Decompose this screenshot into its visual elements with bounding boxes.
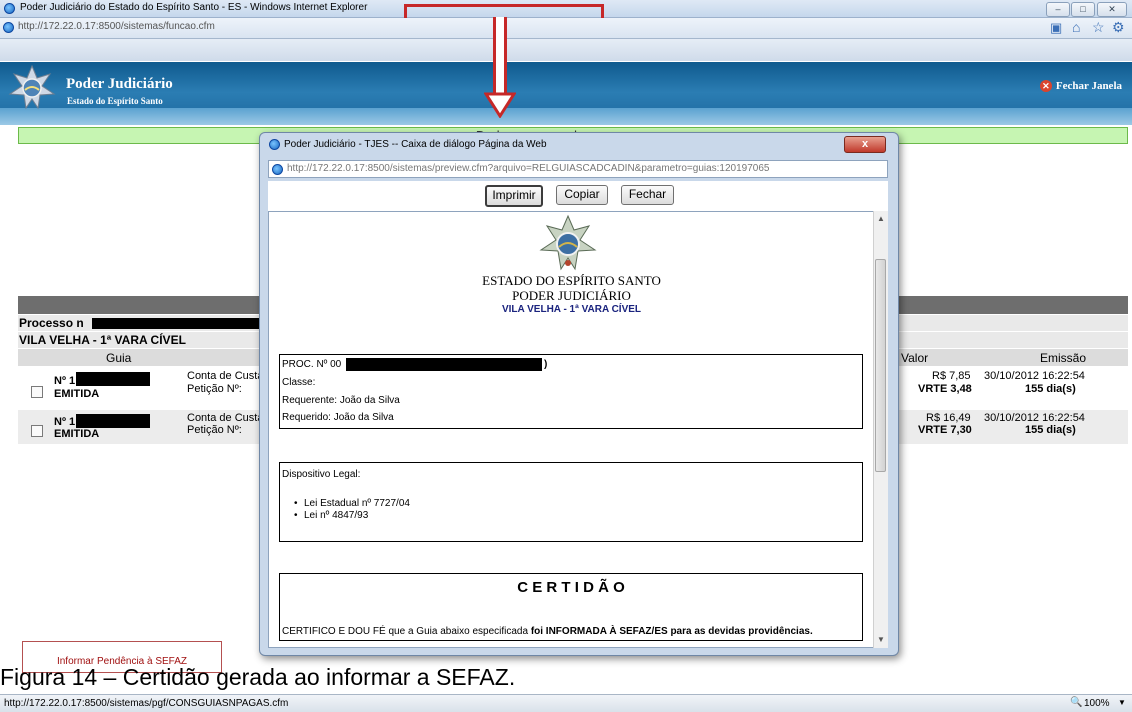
guia-status: EMITIDA <box>54 428 100 440</box>
guia-tipo: Conta de Custa <box>187 370 264 382</box>
process-box: PROC. Nº 00 ) Classe: Requerente: João d… <box>279 354 863 429</box>
brand-title: Poder Judiciário <box>66 76 173 92</box>
scroll-down-icon[interactable]: ▼ <box>877 635 885 644</box>
annotation-arrow-bar <box>404 4 604 18</box>
settings-gear-icon[interactable]: ⚙ <box>1112 19 1125 36</box>
close-window-link[interactable]: ✕ Fechar Janela <box>1039 80 1122 92</box>
guia-emissao: 30/10/2012 16:22:54 <box>984 370 1085 382</box>
dispositivo-box: Dispositivo Legal: • Lei Estadual nº 772… <box>279 462 863 542</box>
ie-logo-icon <box>4 3 15 14</box>
zoom-dropdown-icon[interactable]: ▼ <box>1118 698 1126 707</box>
scrollbar-thumb[interactable] <box>875 259 886 472</box>
guia-peticao: Petição Nº: <box>187 424 242 436</box>
document-coat-of-arms <box>539 214 597 271</box>
maximize-button[interactable]: □ <box>1071 2 1095 17</box>
certidao-text-start: CERTIFICO E DOU FÉ que a Guia abaixo esp… <box>282 626 531 637</box>
guia-dias: 155 dia(s) <box>1025 424 1076 436</box>
coat-of-arms-logo <box>8 64 56 110</box>
certidao-title: C E R T I D Ã O <box>517 579 625 596</box>
browser-toolbar <box>0 39 1132 61</box>
address-bar[interactable]: http://172.22.0.17:8500/sistemas/funcao.… <box>0 18 1132 39</box>
guia-emissao: 30/10/2012 16:22:54 <box>984 412 1085 424</box>
page-icon <box>3 22 14 33</box>
brand-subtitle: Estado do Espírito Santo <box>67 96 163 106</box>
browser-statusbar: http://172.22.0.17:8500/sistemas/pgf/CON… <box>0 694 1132 712</box>
guia-number: Nº 1 <box>54 416 76 428</box>
dialog-content: ESTADO DO ESPÍRITO SANTO PODER JUDICIÁRI… <box>268 211 887 648</box>
dialog-address-bar: http://172.22.0.17:8500/sistemas/preview… <box>268 160 888 178</box>
annotation-arrow-head <box>484 92 516 118</box>
dispositivo-label: Dispositivo Legal: <box>282 469 361 480</box>
classe: Classe: <box>282 377 316 388</box>
redaction <box>346 358 542 371</box>
dialog-url-icon <box>272 164 283 175</box>
browser-window-title: Poder Judiciário do Estado do Espírito S… <box>20 2 368 13</box>
guia-number: Nº 1 <box>54 375 76 387</box>
dialog-url: http://172.22.0.17:8500/sistemas/preview… <box>287 163 770 174</box>
row-checkbox[interactable] <box>31 386 43 398</box>
zoom-level[interactable]: 100% <box>1084 698 1110 709</box>
dialog-page-icon <box>269 139 280 150</box>
minimize-button[interactable]: – <box>1046 2 1070 17</box>
guia-vrte: VRTE 7,30 <box>918 424 972 436</box>
guia-tipo: Conta de Custa <box>187 412 264 424</box>
redaction <box>76 372 150 386</box>
doc-poder: PODER JUDICIÁRIO <box>512 288 631 303</box>
dialog-titlebar: Poder Judiciário - TJES -- Caixa de diál… <box>268 136 888 154</box>
requerente: Requerente: João da Silva <box>282 395 400 406</box>
imprimir-button[interactable]: Imprimir <box>485 185 543 207</box>
proc-label: PROC. Nº 00 <box>282 359 342 370</box>
copiar-button[interactable]: Copiar <box>556 185 608 205</box>
vara-label: VILA VELHA - 1ª VARA CÍVEL <box>19 333 186 347</box>
redaction <box>92 318 260 329</box>
figure-caption: Figura 14 – Certidão gerada ao informar … <box>0 664 516 690</box>
close-window-label: Fechar Janela <box>1055 80 1122 92</box>
favorites-star-icon[interactable]: ☆ <box>1092 19 1105 36</box>
bullet-icon: • <box>294 510 298 521</box>
certidao-text-bold: foi INFORMADA À SEFAZ/ES para as devidas… <box>530 626 813 637</box>
lei-item: Lei nº 4847/93 <box>304 510 369 521</box>
doc-estado: ESTADO DO ESPÍRITO SANTO <box>482 273 661 288</box>
row-checkbox[interactable] <box>31 425 43 437</box>
process-label: Processo n <box>19 316 84 330</box>
guia-valor: R$ 16,49 <box>926 412 971 424</box>
dialog-close-button[interactable]: x <box>844 136 886 153</box>
col-valor: Valor <box>901 351 929 365</box>
annotation-arrow-shaft <box>493 17 507 95</box>
col-guia: Guia <box>106 351 132 365</box>
rss-icon[interactable]: ▣ <box>1050 20 1062 36</box>
fechar-button[interactable]: Fechar <box>621 185 674 205</box>
proc-suffix: ) <box>544 359 548 370</box>
doc-vara: VILA VELHA - 1ª VARA CÍVEL <box>501 304 642 315</box>
app-header-subbar <box>0 108 1132 125</box>
guia-dias: 155 dia(s) <box>1025 383 1076 395</box>
window-close-button[interactable]: ✕ <box>1097 2 1127 17</box>
guia-status: EMITIDA <box>54 388 100 400</box>
col-emissao: Emissão <box>1040 351 1087 365</box>
close-icon: ✕ <box>1039 80 1052 92</box>
guia-vrte: VRTE 3,48 <box>918 383 972 395</box>
home-icon[interactable]: ⌂ <box>1072 19 1080 35</box>
requerido: Requerido: João da Silva <box>282 412 394 423</box>
redaction <box>76 414 150 428</box>
bullet-icon: • <box>294 498 298 509</box>
dialog-title: Poder Judiciário - TJES -- Caixa de diál… <box>284 139 547 150</box>
status-url: http://172.22.0.17:8500/sistemas/pgf/CON… <box>4 698 289 709</box>
zoom-icon[interactable]: 🔍 <box>1070 697 1082 708</box>
address-url[interactable]: http://172.22.0.17:8500/sistemas/funcao.… <box>18 21 215 32</box>
lei-item: Lei Estadual nº 7727/04 <box>304 498 410 509</box>
certidao-box: C E R T I D Ã O CERTIFICO E DOU FÉ que a… <box>279 573 863 641</box>
scroll-up-icon[interactable]: ▲ <box>877 214 885 223</box>
certidao-text: CERTIFICO E DOU FÉ que a Guia abaixo esp… <box>282 626 813 637</box>
guia-peticao: Petição Nº: <box>187 383 242 395</box>
guia-valor: R$ 7,85 <box>932 370 971 382</box>
dialog-toolbar: Imprimir Copiar Fechar <box>268 181 888 211</box>
